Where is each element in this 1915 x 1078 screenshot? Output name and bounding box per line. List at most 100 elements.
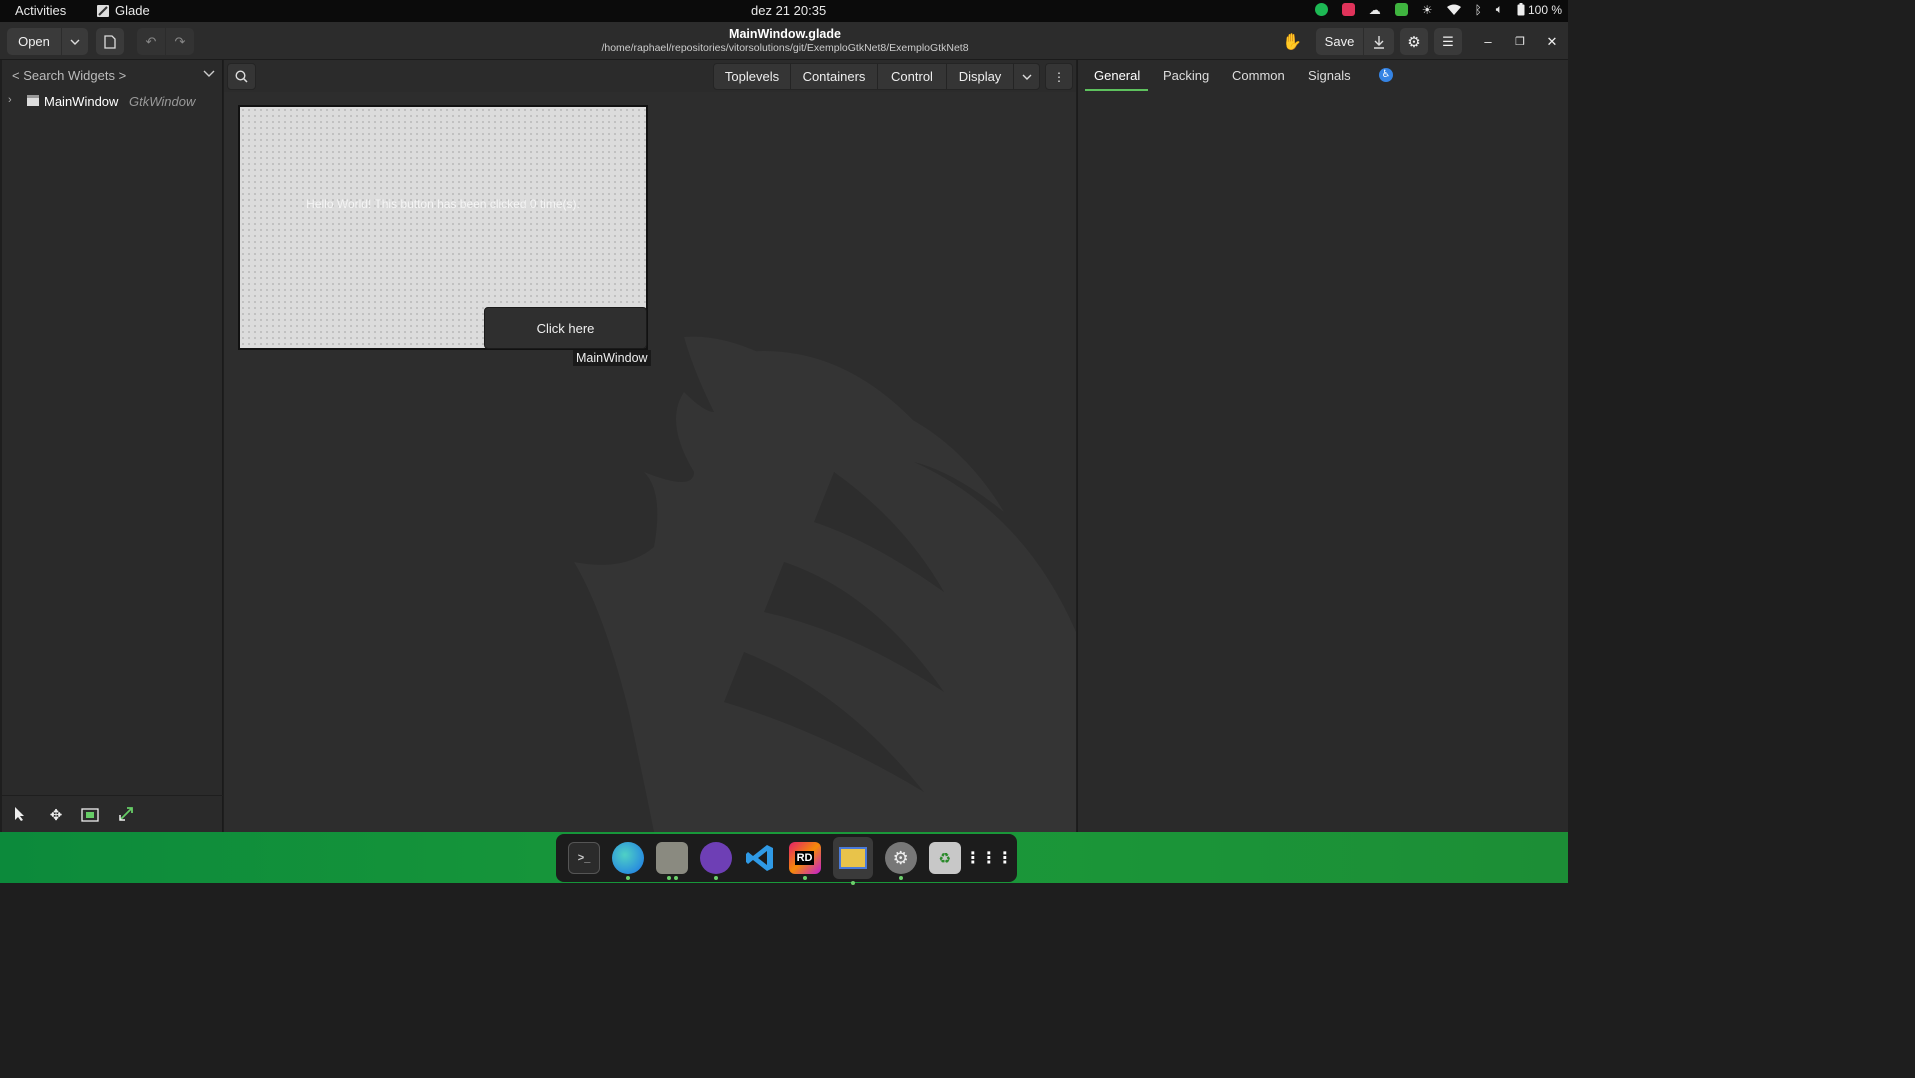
vertical-dots-icon: ⋮ bbox=[1053, 69, 1065, 84]
new-document-icon bbox=[104, 34, 116, 49]
main-menu-button[interactable]: ☰ bbox=[1434, 28, 1462, 55]
battery-indicator[interactable]: 100 % bbox=[1517, 3, 1562, 17]
edge-browser-icon[interactable] bbox=[612, 842, 645, 880]
move-icon: ✥ bbox=[49, 807, 63, 824]
search-widgets-placeholder: < Search Widgets > bbox=[12, 68, 127, 83]
bluetooth-icon[interactable]: ᛒ bbox=[1475, 3, 1482, 17]
window-name-tag: MainWindow bbox=[573, 350, 651, 366]
widget-tree-panel: < Search Widgets > › MainWindow GtkWindo… bbox=[2, 60, 223, 832]
system-tray[interactable]: ☁ ☀ ᛒ 🔈︎ 100 % bbox=[1314, 2, 1562, 17]
app-grid-icon[interactable]: ⋮⋮⋮ bbox=[965, 842, 1013, 874]
palette-more-dropdown[interactable] bbox=[1013, 63, 1040, 90]
gear-icon: ⚙ bbox=[1407, 33, 1421, 51]
redo-button[interactable]: ↷ bbox=[166, 28, 194, 55]
search-dropdown-icon[interactable] bbox=[203, 65, 215, 84]
app-name: Glade bbox=[115, 3, 150, 18]
github-desktop-icon[interactable] bbox=[700, 842, 733, 880]
palette-containers[interactable]: Containers bbox=[790, 63, 878, 90]
palette-display-label: Display bbox=[958, 69, 1002, 84]
close-button[interactable]: ✕ bbox=[1542, 28, 1562, 55]
minimize-button[interactable]: – bbox=[1478, 28, 1498, 55]
margin-edit-tool[interactable] bbox=[80, 806, 100, 826]
maximize-button[interactable]: ❐ bbox=[1510, 28, 1530, 55]
save-as-button[interactable] bbox=[1364, 28, 1394, 55]
divider bbox=[2, 795, 223, 796]
hello-label[interactable]: Hello World! This button has been clicke… bbox=[240, 197, 646, 211]
trash-icon[interactable]: ♻ bbox=[928, 842, 961, 874]
alignment-edit-icon bbox=[119, 807, 133, 821]
save-button[interactable]: Save bbox=[1316, 28, 1363, 55]
tab-signals[interactable]: Signals bbox=[1308, 68, 1351, 83]
open-button[interactable]: Open bbox=[7, 28, 61, 55]
files-icon[interactable] bbox=[656, 842, 689, 880]
click-here-button[interactable]: Click here bbox=[484, 307, 647, 349]
chevron-down-icon bbox=[70, 39, 80, 45]
margin-edit-icon bbox=[81, 808, 99, 822]
window-widget-icon bbox=[27, 95, 39, 106]
volume-icon[interactable]: 🔈︎ bbox=[1496, 2, 1503, 17]
undo-button[interactable]: ↶ bbox=[137, 28, 165, 55]
battery-percent: 100 % bbox=[1527, 2, 1562, 17]
search-widgets-field[interactable]: < Search Widgets > bbox=[2, 63, 223, 89]
redo-icon: ↷ bbox=[174, 33, 186, 49]
palette-containers-label: Containers bbox=[802, 69, 866, 84]
palette-toplevels[interactable]: Toplevels bbox=[713, 63, 791, 90]
undo-icon: ↶ bbox=[145, 33, 157, 49]
property-editor-panel: General Packing Common Signals ♿︎ bbox=[1077, 60, 1568, 832]
palette-display[interactable]: Display bbox=[946, 63, 1014, 90]
settings-icon[interactable]: ⚙ bbox=[884, 842, 917, 880]
download-icon bbox=[1374, 35, 1384, 49]
active-tab-indicator bbox=[1085, 89, 1148, 91]
widget-palette-bar: Toplevels Containers Control Display ⋮ bbox=[224, 60, 1076, 92]
brightness-icon[interactable]: ☀ bbox=[1422, 3, 1433, 17]
new-file-button[interactable] bbox=[96, 28, 124, 55]
accessibility-icon[interactable]: ♿︎ bbox=[1379, 68, 1393, 82]
chevron-down-icon bbox=[1022, 74, 1031, 80]
preferences-button[interactable]: ⚙ bbox=[1400, 28, 1428, 55]
palette-control-label: Control bbox=[891, 69, 933, 84]
mainwindow-preview[interactable]: Hello World! This button has been clicke… bbox=[238, 105, 648, 350]
tree-row-mainwindow[interactable]: › MainWindow GtkWindow bbox=[2, 93, 223, 111]
minimize-icon: – bbox=[1484, 34, 1492, 49]
app-menu[interactable]: Glade bbox=[96, 3, 150, 18]
tab-packing[interactable]: Packing bbox=[1163, 68, 1209, 83]
palette-toplevels-label: Toplevels bbox=[724, 69, 780, 84]
cloud-icon[interactable]: ☁ bbox=[1369, 3, 1381, 17]
glade-icon[interactable] bbox=[832, 837, 873, 885]
spotify-icon[interactable] bbox=[1314, 3, 1328, 16]
palette-control[interactable]: Control bbox=[877, 63, 947, 90]
inspector-hand-button[interactable]: ✋ bbox=[1280, 28, 1304, 55]
shield-app-icon[interactable] bbox=[1341, 3, 1355, 16]
palette-options-button[interactable]: ⋮ bbox=[1045, 63, 1073, 90]
rider-icon[interactable]: RD bbox=[788, 842, 821, 880]
search-icon bbox=[235, 70, 248, 83]
hamburger-menu-icon: ☰ bbox=[1442, 33, 1454, 49]
document-path: /home/raphael/repositories/vitorsolution… bbox=[601, 42, 969, 54]
tab-common[interactable]: Common bbox=[1232, 68, 1285, 83]
terminal-icon[interactable]: >_ bbox=[568, 842, 601, 874]
header-bar: Open ↶ ↷ MainWindow.glade /home/raphael/… bbox=[0, 22, 1568, 60]
system-top-bar: Activities Glade dez 21 20:35 ☁ ☀ ᛒ 🔈︎ 1… bbox=[0, 0, 1568, 22]
tree-item-type: GtkWindow bbox=[129, 94, 196, 109]
clock[interactable]: dez 21 20:35 bbox=[751, 3, 826, 18]
expander-icon[interactable]: › bbox=[8, 94, 12, 106]
battery-icon bbox=[1517, 3, 1525, 16]
glade-app-icon bbox=[97, 4, 109, 17]
design-canvas[interactable]: Hello World! This button has been clicke… bbox=[224, 92, 1076, 832]
dock: >_ RD ⚙ ♻ ⋮⋮⋮ bbox=[556, 834, 1017, 885]
recent-files-dropdown[interactable] bbox=[62, 28, 88, 55]
tab-general[interactable]: General bbox=[1094, 68, 1140, 83]
select-tool[interactable] bbox=[10, 806, 30, 826]
close-icon: ✕ bbox=[1546, 33, 1558, 49]
taskbar: >_ RD ⚙ ♻ ⋮⋮⋮ bbox=[0, 832, 1568, 885]
palette-search-button[interactable] bbox=[227, 63, 256, 90]
vscode-icon[interactable] bbox=[744, 842, 776, 874]
check-app-icon[interactable] bbox=[1394, 3, 1408, 16]
open-button-label: Open bbox=[18, 34, 50, 49]
drag-resize-tool[interactable]: ✥ bbox=[46, 806, 66, 826]
alignment-edit-tool[interactable] bbox=[116, 806, 136, 826]
restore-icon: ❐ bbox=[1515, 36, 1525, 48]
hand-icon: ✋ bbox=[1282, 33, 1302, 51]
wifi-icon[interactable] bbox=[1446, 4, 1461, 16]
activities-button[interactable]: Activities bbox=[15, 3, 66, 18]
